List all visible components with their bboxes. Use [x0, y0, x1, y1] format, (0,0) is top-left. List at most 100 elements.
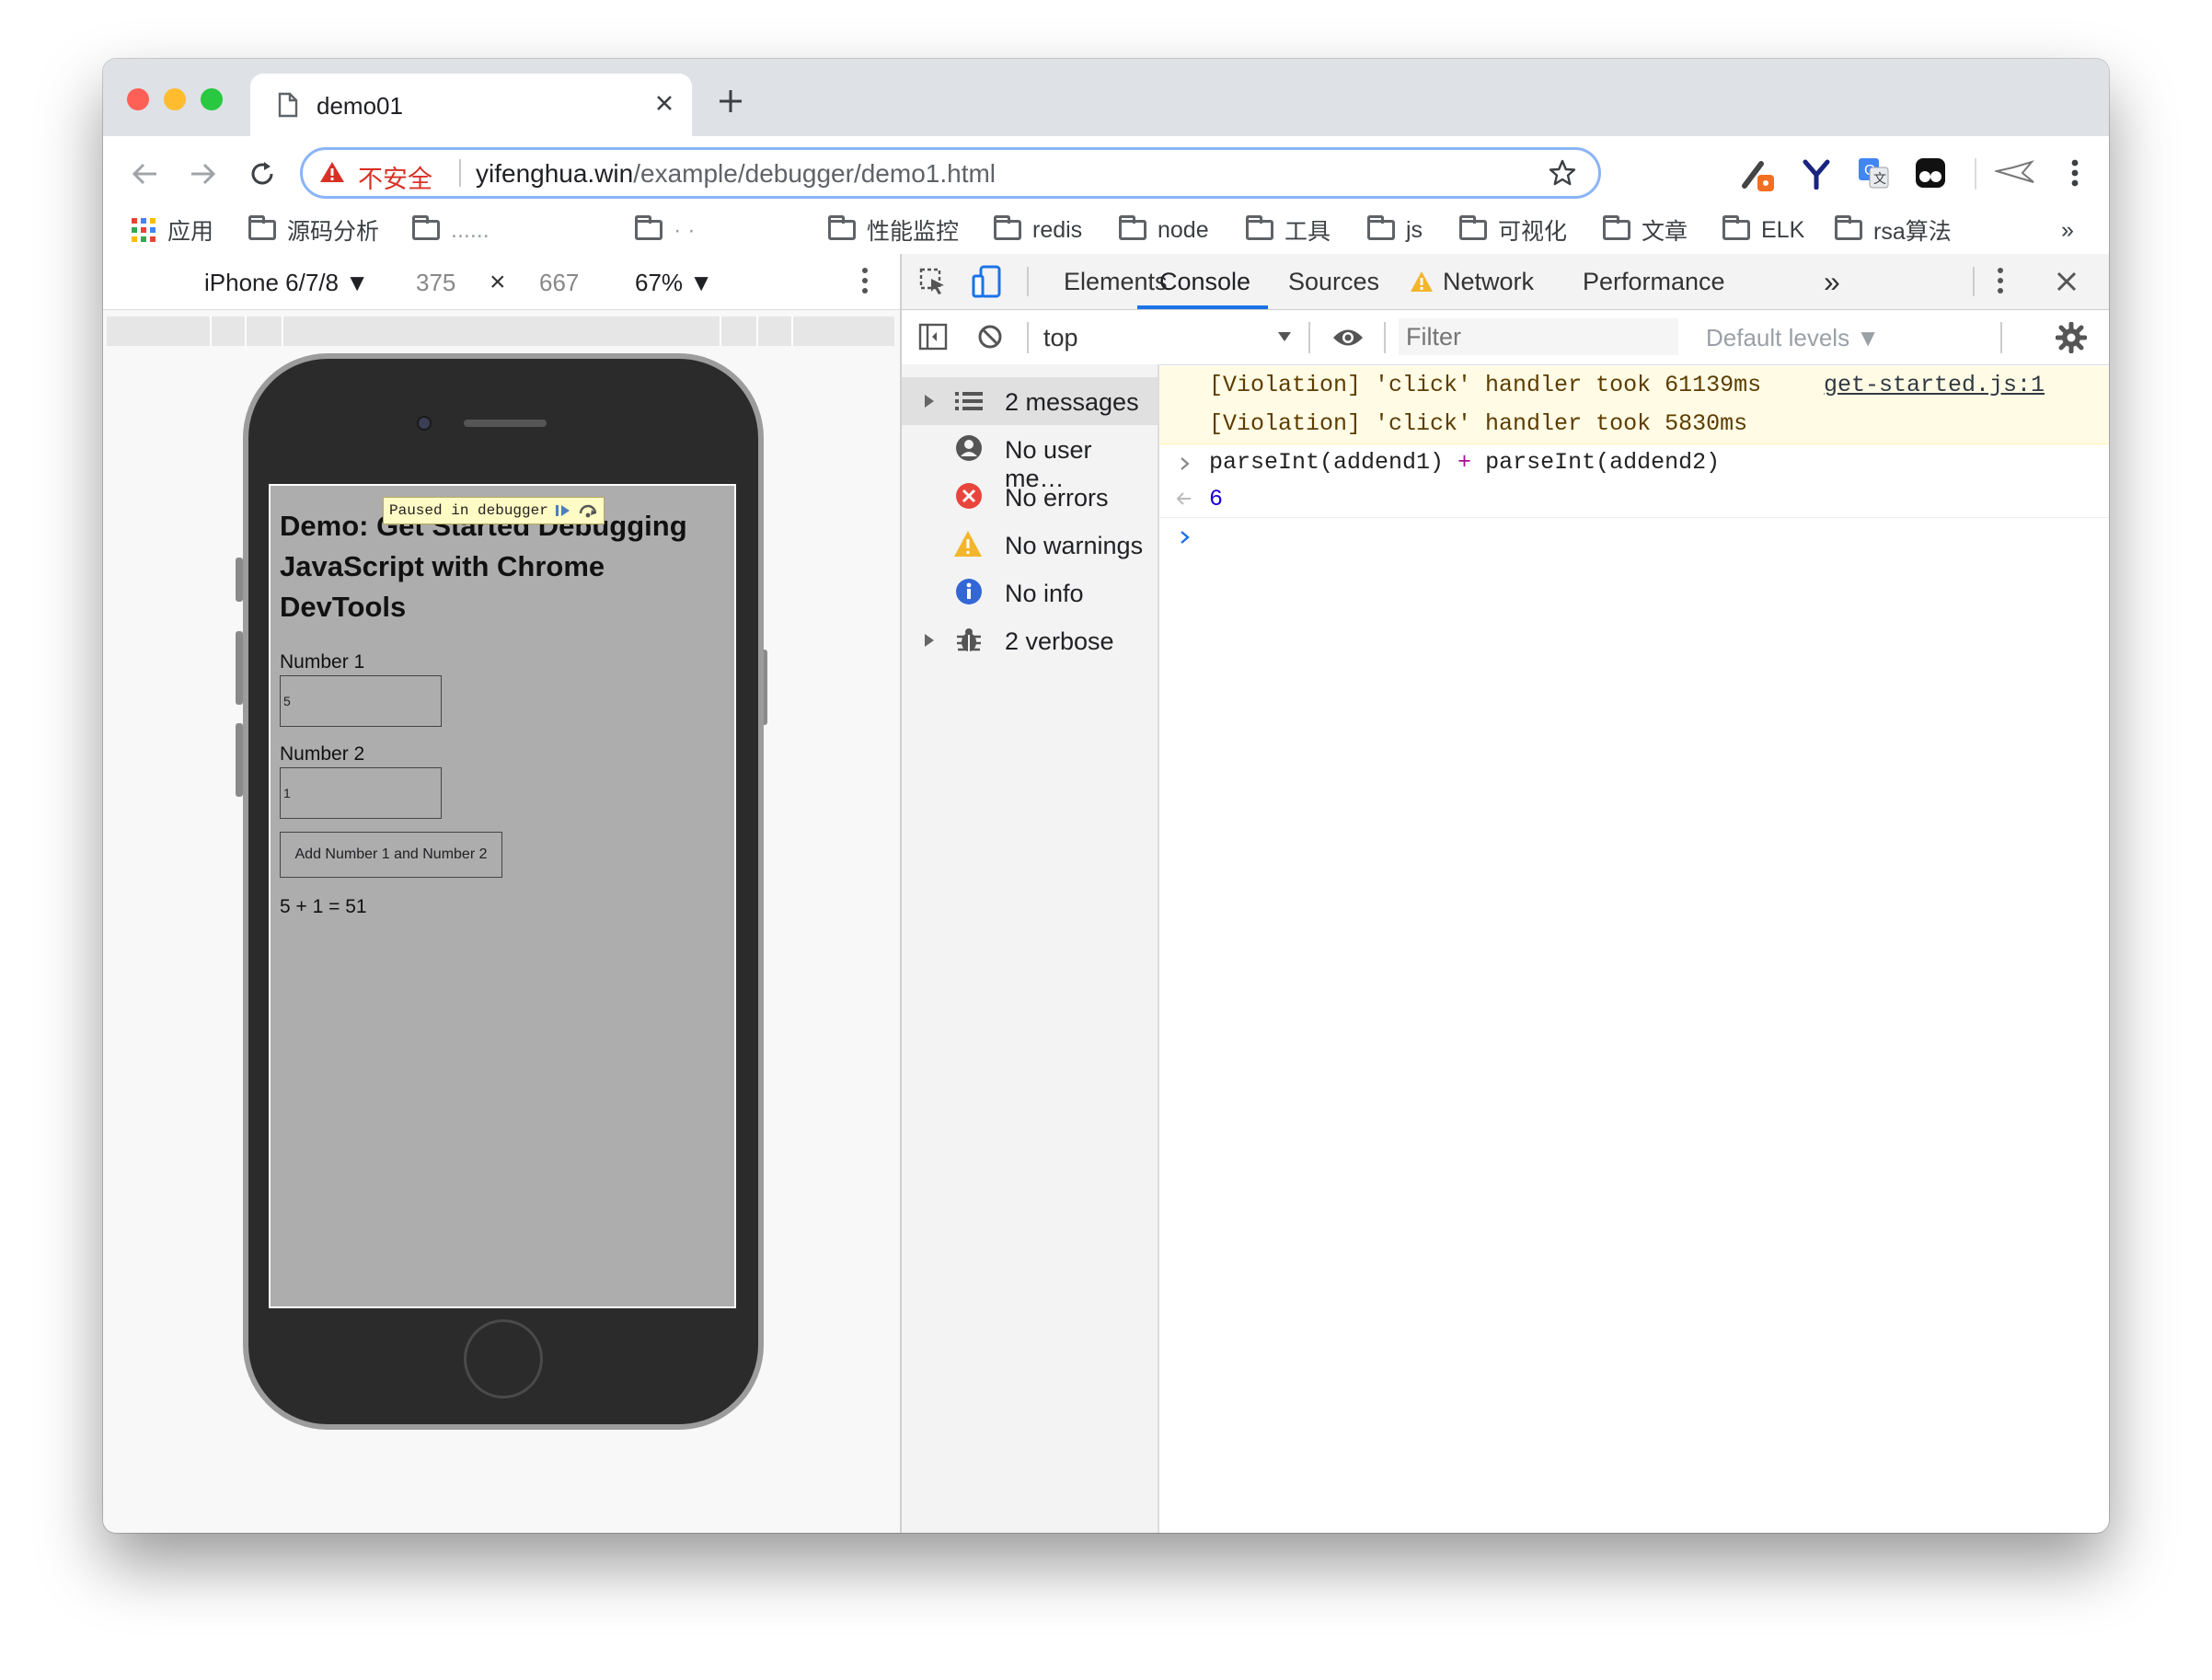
- add-numbers-button[interactable]: Add Number 1 and Number 2: [280, 832, 502, 878]
- inspect-element-icon[interactable]: [918, 267, 948, 296]
- bookmark-folder[interactable]: ......: [412, 212, 490, 248]
- bookmark-label: redis: [1032, 216, 1083, 243]
- bookmark-star-icon[interactable]: [1549, 159, 1576, 187]
- extension-translate-icon[interactable]: G文: [1857, 156, 1890, 190]
- console-violation-row: [Violation] 'click' handler took 5830ms: [1159, 405, 2109, 444]
- bookmark-folder[interactable]: js: [1367, 212, 1423, 248]
- phone-speaker: [464, 420, 547, 427]
- tab-console[interactable]: Console: [1159, 254, 1250, 309]
- tab-network[interactable]: Network: [1443, 254, 1534, 309]
- minimize-window-button[interactable]: [164, 88, 186, 110]
- device-height-input[interactable]: 667: [539, 269, 579, 297]
- device-width-input[interactable]: 375: [416, 269, 455, 297]
- show-sidebar-icon[interactable]: [918, 322, 948, 351]
- console-violation-row: [Violation] 'click' handler took 61139ms…: [1159, 366, 2109, 406]
- security-label[interactable]: 不安全: [358, 159, 432, 195]
- tab-sources[interactable]: Sources: [1288, 254, 1379, 309]
- folder-icon: [1603, 215, 1630, 240]
- bookmark-label: ......: [451, 216, 490, 243]
- sidebar-item-label: No errors: [1005, 484, 1109, 512]
- bookmark-folder[interactable]: 性能监控: [828, 212, 959, 248]
- reload-icon[interactable]: [248, 160, 276, 188]
- bookmark-folder[interactable]: 可视化: [1459, 212, 1567, 248]
- number1-input[interactable]: 5: [280, 675, 442, 727]
- console-filter-input[interactable]: [1399, 318, 1678, 355]
- dimension-separator: ×: [490, 267, 506, 297]
- close-window-button[interactable]: [127, 88, 149, 110]
- network-warning-icon: [1410, 270, 1434, 293]
- back-icon[interactable]: [131, 162, 158, 186]
- tab-elements[interactable]: Elements: [1064, 254, 1168, 309]
- extension-bird-icon[interactable]: [1995, 158, 2037, 190]
- url-text[interactable]: yifenghua.win/example/debugger/demo1.htm…: [476, 159, 996, 189]
- sidebar-item-warnings[interactable]: No warnings: [902, 521, 1158, 569]
- bookmark-folder[interactable]: rsa算法: [1835, 212, 1952, 248]
- bookmark-apps[interactable]: 应用: [131, 212, 213, 248]
- ruler-tick: [791, 316, 793, 346]
- zoom-select[interactable]: 67% ▼: [635, 269, 713, 297]
- prompt-caret-icon: [1180, 530, 1191, 545]
- sidebar-item-verbose[interactable]: 2 verbose: [902, 616, 1158, 664]
- number2-input[interactable]: 1: [280, 767, 442, 819]
- violation-message: [Violation] 'click' handler took 61139ms: [1209, 372, 1762, 398]
- ruler-tick: [756, 316, 758, 346]
- extension-eyedropper-icon[interactable]: [1737, 155, 1778, 195]
- devtools-menu-icon[interactable]: [1997, 267, 2004, 294]
- number2-value: 1: [283, 786, 291, 800]
- more-bookmarks-button[interactable]: »: [2061, 212, 2074, 248]
- list-icon: [955, 390, 983, 412]
- new-tab-icon[interactable]: [718, 88, 743, 114]
- device-menu-icon[interactable]: [861, 267, 869, 294]
- extension-y-icon[interactable]: [1802, 158, 1831, 190]
- sidebar-item-user-messages[interactable]: No user me…: [902, 425, 1158, 492]
- folder-icon: [994, 215, 1021, 240]
- maximize-window-button[interactable]: [201, 88, 223, 110]
- context-select[interactable]: top: [1043, 324, 1078, 352]
- sidebar-item-messages[interactable]: 2 messages: [902, 377, 1158, 425]
- bookmark-folder[interactable]: 工具: [1246, 212, 1331, 248]
- live-expression-eye-icon[interactable]: [1332, 328, 1364, 348]
- resume-icon[interactable]: [554, 502, 572, 519]
- log-levels-select[interactable]: Default levels ▼: [1706, 324, 1880, 352]
- bookmark-folder[interactable]: · ·: [635, 212, 696, 248]
- close-tab-icon[interactable]: [655, 94, 674, 112]
- toolbar-divider: [1384, 322, 1386, 353]
- sidebar-item-label: No warnings: [1005, 532, 1144, 559]
- bookmark-folder[interactable]: 源码分析: [248, 212, 379, 248]
- bookmark-folder[interactable]: 文章: [1603, 212, 1688, 248]
- device-select[interactable]: iPhone 6/7/8 ▼: [204, 269, 369, 297]
- browser-tab[interactable]: demo01: [250, 74, 692, 136]
- folder-icon: [248, 215, 276, 240]
- close-devtools-icon[interactable]: [2056, 270, 2078, 293]
- device-toolbar-toggle-icon[interactable]: [972, 265, 1003, 298]
- folder-icon: [1367, 215, 1395, 240]
- bookmark-folder[interactable]: ELK: [1722, 212, 1804, 248]
- bookmark-label: rsa算法: [1873, 219, 1952, 245]
- phone-home-button[interactable]: [464, 1319, 543, 1398]
- bug-icon: [955, 626, 983, 653]
- folder-icon: [828, 215, 856, 240]
- step-over-icon[interactable]: [578, 502, 598, 519]
- context-dropdown-icon[interactable]: [1277, 331, 1292, 342]
- bookmark-folder[interactable]: redis: [994, 212, 1082, 248]
- forward-icon[interactable]: [190, 162, 217, 186]
- console-prompt[interactable]: [1159, 519, 2109, 979]
- violation-message: [Violation] 'click' handler took 5830ms: [1209, 410, 1748, 437]
- media-query-ruler[interactable]: [107, 316, 894, 346]
- url-divider: [459, 159, 461, 187]
- source-link[interactable]: get-started.js:1: [1824, 366, 2045, 405]
- tabbar-divider: [1027, 267, 1029, 296]
- phone-side-button: [236, 558, 243, 602]
- more-tabs-button[interactable]: »: [1824, 254, 1840, 309]
- sidebar-item-errors[interactable]: No errors: [902, 473, 1158, 521]
- sidebar-item-info[interactable]: No info: [902, 569, 1158, 616]
- clear-console-icon[interactable]: [977, 324, 1003, 350]
- extension-tampermonkey-icon[interactable]: [1914, 156, 1947, 190]
- address-bar[interactable]: 不安全 yifenghua.win/example/debugger/demo1…: [300, 147, 1601, 199]
- bookmark-folder[interactable]: node: [1119, 212, 1209, 248]
- console-settings-gear-icon[interactable]: [2056, 322, 2087, 353]
- browser-menu-icon[interactable]: [2070, 158, 2080, 188]
- warning-icon: [319, 160, 345, 184]
- tab-performance[interactable]: Performance: [1583, 254, 1725, 309]
- folder-icon: [1835, 215, 1862, 240]
